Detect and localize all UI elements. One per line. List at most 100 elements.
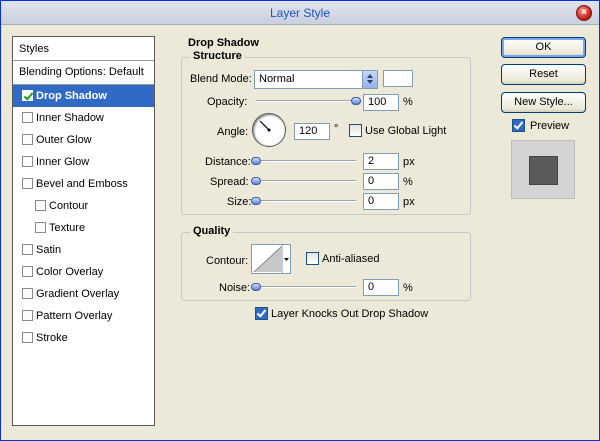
- layer-style-dialog: Layer Style × Styles Blending Options: D…: [0, 0, 600, 441]
- styles-header[interactable]: Styles: [13, 37, 154, 61]
- style-item-label: Drop Shadow: [36, 90, 107, 102]
- style-item-stroke[interactable]: Stroke: [13, 327, 154, 349]
- style-item-checkbox[interactable]: [22, 178, 33, 189]
- slider-track: [256, 286, 356, 288]
- slider-track: [256, 100, 356, 102]
- anti-aliased-checkbox[interactable]: [306, 252, 319, 265]
- contour-label: Contour:: [206, 255, 249, 267]
- quality-title: Quality: [190, 225, 234, 237]
- preview-thumbnail: [511, 140, 575, 199]
- style-item-label: Bevel and Emboss: [36, 178, 128, 190]
- close-icon[interactable]: ×: [576, 5, 592, 21]
- chevron-updown-icon: [362, 71, 377, 88]
- slider-thumb[interactable]: [251, 197, 261, 205]
- global-light-checkbox[interactable]: [349, 124, 362, 137]
- distance-input[interactable]: 2: [363, 153, 399, 170]
- slider-thumb[interactable]: [251, 157, 261, 165]
- style-item-label: Outer Glow: [36, 134, 92, 146]
- shadow-color-swatch[interactable]: [383, 70, 413, 87]
- slider-track: [256, 180, 356, 182]
- knocks-out-label: Layer Knocks Out Drop Shadow: [271, 308, 429, 320]
- style-item-checkbox[interactable]: [22, 112, 33, 123]
- distance-unit: px: [403, 156, 415, 168]
- style-item-checkbox[interactable]: [22, 134, 33, 145]
- size-unit: px: [403, 196, 415, 208]
- style-item-color-overlay[interactable]: Color Overlay: [13, 261, 154, 283]
- opacity-slider[interactable]: [256, 95, 361, 107]
- style-item-checkbox[interactable]: [22, 310, 33, 321]
- noise-input[interactable]: 0: [363, 279, 399, 296]
- title-bar[interactable]: Layer Style ×: [1, 1, 599, 25]
- style-item-checkbox[interactable]: [22, 156, 33, 167]
- style-item-drop-shadow[interactable]: Drop Shadow: [13, 85, 154, 107]
- style-item-label: Inner Glow: [36, 156, 90, 168]
- size-label: Size:: [227, 196, 252, 208]
- ok-button[interactable]: OK: [501, 37, 586, 58]
- slider-track: [256, 200, 356, 202]
- spread-unit: %: [403, 176, 413, 188]
- anti-aliased-label: Anti-aliased: [322, 253, 380, 265]
- style-item-outer-glow[interactable]: Outer Glow: [13, 129, 154, 151]
- contour-curve-icon: [253, 245, 289, 273]
- styles-panel: Styles Blending Options: Default Drop Sh…: [12, 36, 155, 426]
- slider-track: [256, 160, 356, 162]
- window-title: Layer Style: [269, 6, 331, 20]
- style-item-label: Texture: [49, 222, 86, 234]
- spread-input[interactable]: 0: [363, 173, 399, 190]
- opacity-label: Opacity:: [207, 96, 248, 108]
- style-item-pattern-overlay[interactable]: Pattern Overlay: [13, 305, 154, 327]
- global-light-label: Use Global Light: [365, 125, 447, 137]
- contour-picker[interactable]: [251, 244, 291, 274]
- drop-shadow-title: Drop Shadow: [188, 37, 259, 49]
- blending-options-label: Blending Options: Default: [19, 66, 144, 78]
- knocks-out-checkbox[interactable]: [255, 307, 268, 320]
- distance-slider[interactable]: [251, 155, 356, 167]
- style-item-contour[interactable]: Contour: [13, 195, 154, 217]
- spread-slider[interactable]: [251, 175, 356, 187]
- style-item-checkbox[interactable]: [35, 222, 46, 233]
- style-item-gradient-overlay[interactable]: Gradient Overlay: [13, 283, 154, 305]
- angle-input[interactable]: 120: [294, 123, 330, 140]
- noise-unit: %: [403, 282, 413, 294]
- style-item-bevel-and-emboss[interactable]: Bevel and Emboss: [13, 173, 154, 195]
- style-item-label: Contour: [49, 200, 89, 212]
- blending-options-item[interactable]: Blending Options: Default: [13, 61, 154, 85]
- style-item-satin[interactable]: Satin: [13, 239, 154, 261]
- style-item-inner-glow[interactable]: Inner Glow: [13, 151, 154, 173]
- angle-dial[interactable]: [252, 113, 286, 147]
- size-input[interactable]: 0: [363, 193, 399, 210]
- noise-slider[interactable]: [251, 281, 356, 293]
- spread-label: Spread:: [210, 176, 249, 188]
- structure-title: Structure: [190, 50, 245, 62]
- style-item-inner-shadow[interactable]: Inner Shadow: [13, 107, 154, 129]
- blend-mode-label: Blend Mode:: [190, 73, 252, 85]
- style-item-checkbox[interactable]: [22, 244, 33, 255]
- style-item-texture[interactable]: Texture: [13, 217, 154, 239]
- style-item-label: Stroke: [36, 332, 68, 344]
- angle-unit: °: [334, 123, 339, 135]
- reset-button[interactable]: Reset: [501, 64, 586, 85]
- style-item-checkbox[interactable]: [22, 90, 33, 101]
- noise-label: Noise:: [219, 282, 251, 294]
- distance-label: Distance:: [205, 156, 251, 168]
- style-item-label: Gradient Overlay: [36, 288, 120, 300]
- preview-label: Preview: [530, 120, 570, 132]
- blend-mode-select[interactable]: Normal: [254, 70, 378, 89]
- style-item-checkbox[interactable]: [22, 266, 33, 277]
- angle-label: Angle:: [217, 126, 249, 138]
- new-style-button[interactable]: New Style...: [501, 92, 586, 113]
- slider-thumb[interactable]: [251, 177, 261, 185]
- slider-thumb[interactable]: [251, 283, 261, 291]
- style-item-checkbox[interactable]: [35, 200, 46, 211]
- style-item-label: Pattern Overlay: [36, 310, 113, 322]
- style-item-label: Color Overlay: [36, 266, 104, 278]
- preview-checkbox[interactable]: [512, 119, 525, 132]
- size-slider[interactable]: [251, 195, 356, 207]
- preview-swatch: [529, 156, 558, 185]
- style-item-label: Inner Shadow: [36, 112, 104, 124]
- opacity-input[interactable]: 100: [363, 94, 399, 111]
- blend-mode-value: Normal: [259, 73, 295, 85]
- style-item-checkbox[interactable]: [22, 288, 33, 299]
- style-item-checkbox[interactable]: [22, 332, 33, 343]
- slider-thumb[interactable]: [351, 97, 361, 105]
